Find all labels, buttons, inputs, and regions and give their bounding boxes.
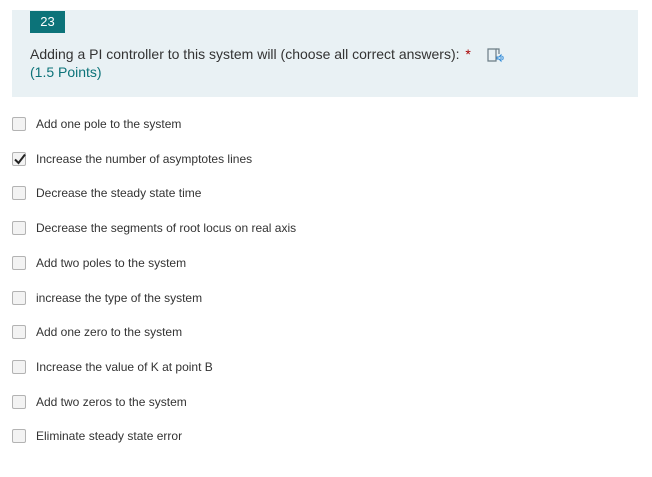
answer-option[interactable]: Decrease the segments of root locus on r… bbox=[12, 217, 296, 239]
checkbox-unchecked[interactable] bbox=[12, 360, 26, 374]
checkbox-unchecked[interactable] bbox=[12, 256, 26, 270]
answer-option[interactable]: Add two zeros to the system bbox=[12, 391, 187, 413]
answer-option[interactable]: Decrease the steady state time bbox=[12, 182, 201, 204]
answer-option-label: increase the type of the system bbox=[36, 291, 203, 305]
answer-option[interactable]: increase the type of the system bbox=[12, 287, 202, 309]
answer-option-label: Increase the number of asymptotes lines bbox=[36, 152, 253, 166]
answer-option-label: Decrease the steady state time bbox=[36, 186, 202, 200]
checkbox-unchecked[interactable] bbox=[12, 221, 26, 235]
answer-option-label: Eliminate steady state error bbox=[36, 429, 183, 443]
answer-option-label: Add two zeros to the system bbox=[36, 395, 187, 409]
answer-option-label: Add two poles to the system bbox=[36, 256, 187, 270]
checkbox-unchecked[interactable] bbox=[12, 186, 26, 200]
quiz-question-page: 23 Adding a PI controller to this system… bbox=[0, 0, 652, 477]
answer-option-label: Decrease the segments of root locus on r… bbox=[36, 221, 297, 235]
checkbox-unchecked[interactable] bbox=[12, 429, 26, 443]
answer-option[interactable]: Increase the value of K at point B bbox=[12, 356, 213, 378]
answer-option-label: Add one zero to the system bbox=[36, 325, 183, 339]
answer-option[interactable]: Add one zero to the system bbox=[12, 321, 182, 343]
checkbox-unchecked[interactable] bbox=[12, 325, 26, 339]
checkbox-checked[interactable] bbox=[12, 152, 26, 166]
answer-option[interactable]: Add one pole to the system bbox=[12, 113, 181, 135]
answer-option-label: Increase the value of K at point B bbox=[36, 360, 213, 374]
checkbox-unchecked[interactable] bbox=[12, 395, 26, 409]
checkbox-unchecked[interactable] bbox=[12, 117, 26, 131]
answer-option[interactable]: Increase the number of asymptotes lines bbox=[12, 148, 252, 170]
answer-option[interactable]: Add two poles to the system bbox=[12, 252, 186, 274]
answer-option[interactable]: Eliminate steady state error bbox=[12, 425, 182, 447]
answer-options: Add one pole to the system Increase the n… bbox=[0, 0, 652, 477]
checkbox-unchecked[interactable] bbox=[12, 291, 26, 305]
answer-option-label: Add one pole to the system bbox=[36, 117, 182, 131]
checkmark-icon bbox=[14, 153, 26, 165]
